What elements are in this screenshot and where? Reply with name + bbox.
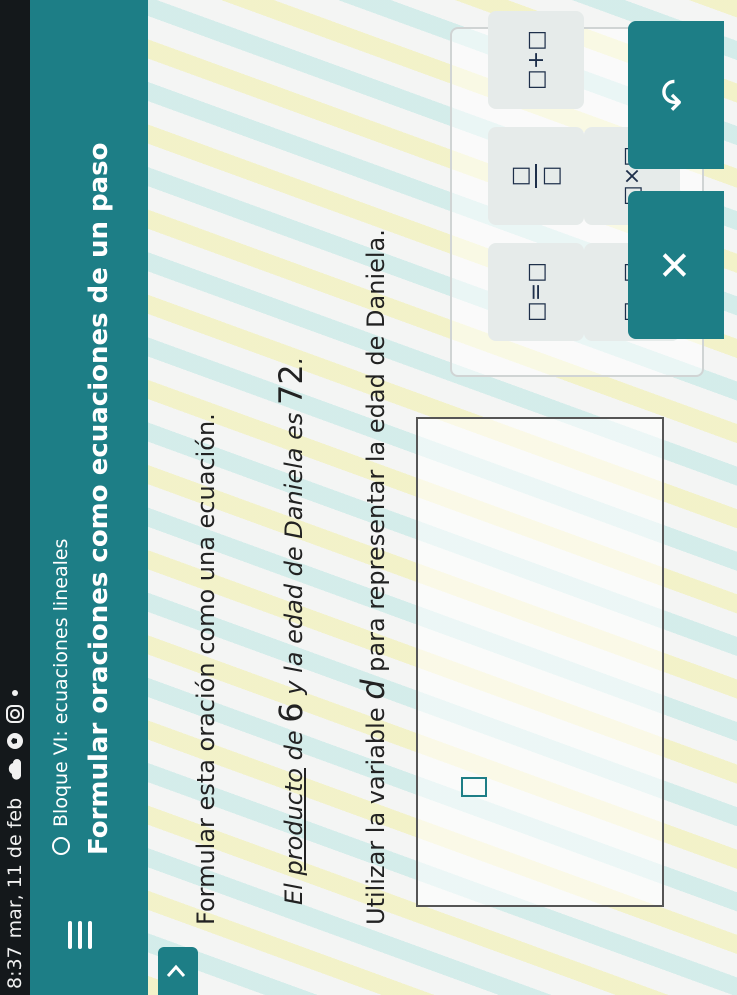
- plus-key-label: □+□: [523, 30, 549, 91]
- sentence-mid2: y la edad de Daniela es: [280, 404, 308, 703]
- variable-instruction: Utilizar la variable d para representar …: [354, 229, 392, 925]
- status-date: mar, 11 de feb: [4, 797, 26, 939]
- page-title: Formular oraciones como ecuaciones de un…: [84, 142, 114, 855]
- cloud-icon: [7, 758, 23, 782]
- undo-icon: ↶: [653, 78, 699, 112]
- topic-label: Bloque VI: ecuaciones lineales: [50, 538, 72, 827]
- fraction-icon: □ □: [508, 164, 564, 188]
- status-icons: [5, 689, 25, 782]
- instruction-text: Formular esta oración como una ecuación.: [192, 413, 220, 925]
- lesson-header: Bloque VI: ecuaciones lineales Formular …: [30, 0, 148, 995]
- equals-template-key[interactable]: □=□: [488, 243, 584, 341]
- problem-sentence: El producto de 6 y la edad de Daniela es…: [272, 357, 310, 905]
- close-icon: ✕: [653, 248, 699, 282]
- glossary-link-producto[interactable]: producto: [280, 768, 308, 876]
- notification-dot-icon: [11, 689, 19, 697]
- answer-input[interactable]: [416, 417, 664, 907]
- input-cursor-box: [461, 777, 487, 797]
- topic-line: Bloque VI: ecuaciones lineales: [50, 539, 72, 855]
- fraction-template-key[interactable]: □ □: [488, 127, 584, 225]
- sentence-prefix: El: [280, 875, 308, 905]
- app-screen: 8:37 mar, 11 de feb Bloque VI: ecuacione…: [0, 0, 737, 995]
- status-time: 8:37: [4, 946, 26, 989]
- soccer-ball-icon: [5, 731, 25, 751]
- status-bar: 8:37 mar, 11 de feb: [0, 0, 30, 995]
- chevron-right-icon: [165, 962, 191, 980]
- equals-key-label: □=□: [523, 262, 549, 323]
- sentence-mid: de: [280, 722, 308, 768]
- topic-dot-icon: [52, 837, 70, 855]
- variable-suffix: para representar la edad de Daniela.: [362, 229, 390, 680]
- plus-template-key[interactable]: □+□: [488, 11, 584, 109]
- variable-prefix: Utilizar la variable: [362, 699, 390, 925]
- number-seventy-two: 72: [272, 364, 310, 405]
- instagram-icon: [5, 704, 25, 724]
- undo-button[interactable]: ↶: [628, 21, 724, 169]
- expand-panel-button[interactable]: [158, 947, 198, 995]
- number-six: 6: [272, 702, 310, 723]
- question-area: Formular esta oración como una ecuación.…: [148, 0, 737, 995]
- clear-button[interactable]: ✕: [628, 191, 724, 339]
- variable-d: d: [354, 679, 392, 700]
- hamburger-menu-icon[interactable]: [60, 915, 100, 955]
- sentence-suffix: .: [280, 356, 308, 365]
